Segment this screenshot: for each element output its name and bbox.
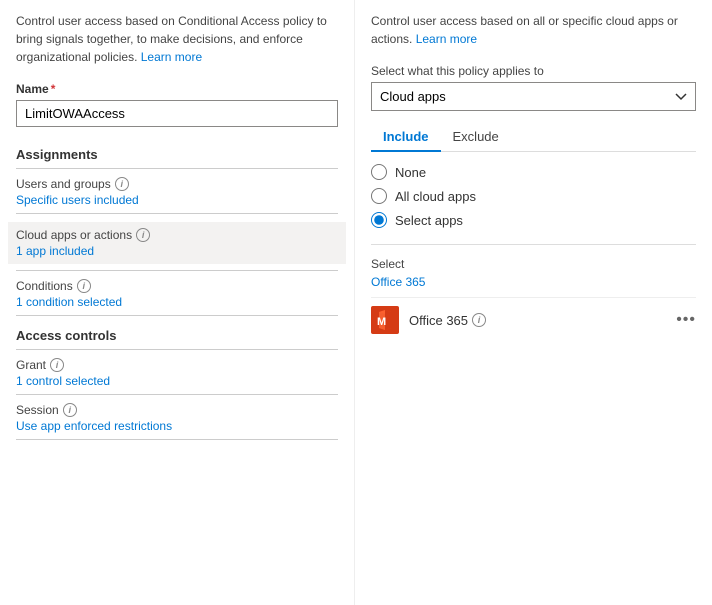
radio-group: None All cloud apps Select apps [371, 164, 696, 228]
radio-none-input[interactable] [371, 164, 387, 180]
access-controls-sub-divider [16, 349, 338, 350]
radio-all-item[interactable]: All cloud apps [371, 188, 696, 204]
cloud-apps-label: Cloud apps or actions i [16, 228, 338, 242]
access-controls-divider [16, 315, 338, 316]
users-groups-info-icon[interactable]: i [115, 177, 129, 191]
grant-info-icon[interactable]: i [50, 358, 64, 372]
name-label: Name* [16, 82, 338, 96]
app-more-menu[interactable]: ••• [676, 311, 696, 329]
radio-all-label: All cloud apps [395, 189, 476, 204]
office365-icon: M [371, 306, 399, 334]
radio-none-item[interactable]: None [371, 164, 696, 180]
select-section: Select Office 365 M Office 365 i ••• [371, 244, 696, 342]
session-value[interactable]: Use app enforced restrictions [16, 419, 338, 433]
tab-include[interactable]: Include [371, 123, 441, 152]
users-groups-value[interactable]: Specific users included [16, 193, 338, 207]
select-office365-link[interactable]: Office 365 [371, 275, 696, 289]
conditions-label: Conditions i [16, 279, 338, 293]
select-label: Select [371, 257, 696, 271]
app-row-office365: M Office 365 i ••• [371, 297, 696, 342]
conditions-info-icon[interactable]: i [77, 279, 91, 293]
svg-text:M: M [377, 316, 386, 328]
session-divider [16, 394, 338, 395]
session-section: Session i Use app enforced restrictions [16, 403, 338, 433]
right-panel: Control user access based on all or spec… [355, 0, 712, 605]
left-description: Control user access based on Conditional… [16, 12, 338, 66]
tabs-row: Include Exclude [371, 123, 696, 152]
access-controls-title: Access controls [16, 324, 338, 343]
conditions-divider [16, 270, 338, 271]
radio-select-item[interactable]: Select apps [371, 212, 696, 228]
name-input[interactable] [16, 100, 338, 127]
learn-more-left-link[interactable]: Learn more [141, 50, 202, 64]
bottom-divider [16, 439, 338, 440]
session-info-icon[interactable]: i [63, 403, 77, 417]
assignments-title: Assignments [16, 143, 338, 162]
tab-exclude[interactable]: Exclude [441, 123, 511, 152]
radio-all-input[interactable] [371, 188, 387, 204]
session-label: Session i [16, 403, 338, 417]
assignments-divider [16, 168, 338, 169]
policy-applies-to-dropdown[interactable]: Cloud apps [371, 82, 696, 111]
cloud-apps-info-icon[interactable]: i [136, 228, 150, 242]
dropdown-wrapper: Select what this policy applies to Cloud… [371, 64, 696, 111]
left-panel: Control user access based on Conditional… [0, 0, 355, 605]
right-description: Control user access based on all or spec… [371, 12, 696, 48]
radio-select-input[interactable] [371, 212, 387, 228]
cloud-apps-section: Cloud apps or actions i 1 app included [8, 222, 346, 264]
grant-label: Grant i [16, 358, 338, 372]
radio-none-label: None [395, 165, 426, 180]
grant-section: Grant i 1 control selected [16, 358, 338, 388]
conditions-value[interactable]: 1 condition selected [16, 295, 338, 309]
conditions-section: Conditions i 1 condition selected [16, 279, 338, 309]
learn-more-right-link[interactable]: Learn more [416, 32, 477, 46]
grant-value[interactable]: 1 control selected [16, 374, 338, 388]
users-groups-label: Users and groups i [16, 177, 338, 191]
users-groups-section: Users and groups i Specific users includ… [16, 177, 338, 207]
app-name-text: Office 365 i [409, 313, 666, 328]
cloud-apps-divider [16, 213, 338, 214]
radio-select-label: Select apps [395, 213, 463, 228]
dropdown-label: Select what this policy applies to [371, 64, 696, 78]
required-star: * [51, 82, 56, 96]
app-info-icon[interactable]: i [472, 313, 486, 327]
cloud-apps-value[interactable]: 1 app included [16, 244, 338, 258]
